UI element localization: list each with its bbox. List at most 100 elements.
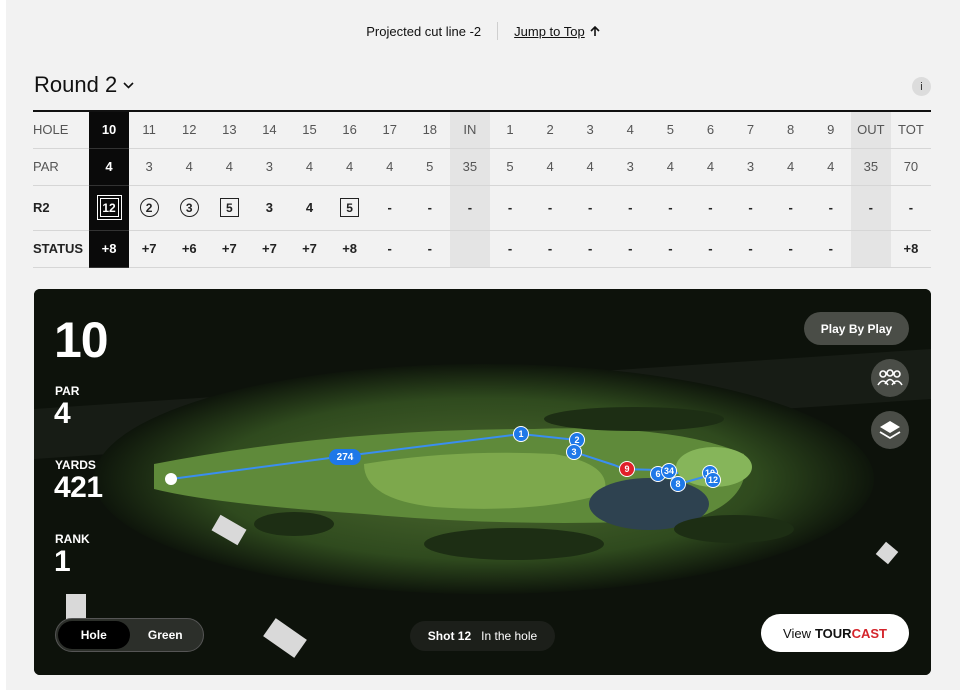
hole-row: HOLE 10 11 12 13 14 15 16 17 18 IN 1 2 3 4 5 6 7 8 9 OUT TOT [33, 111, 931, 149]
layers-icon [879, 421, 901, 440]
round-row-cell: - [890, 185, 931, 231]
par-row-cell: 5 [489, 148, 531, 186]
hole-row-cell[interactable]: 11 [129, 111, 170, 149]
status-row-cell: +8 [890, 230, 931, 268]
hole-row-cell[interactable]: 4 [610, 111, 651, 149]
shot-marker[interactable]: 8 [670, 476, 686, 492]
par-row-cell: 3 [610, 148, 651, 186]
par-row-cell: 4 [810, 148, 851, 186]
hole-row-cell[interactable]: 16 [329, 111, 370, 149]
view-tourcast-button[interactable]: View TOUR CAST [761, 614, 909, 652]
hole-row-cell[interactable]: 8 [770, 111, 811, 149]
round-row-cell: 2 [129, 185, 170, 231]
view-green-option[interactable]: Green [130, 621, 202, 649]
round-row-cell: - [850, 185, 891, 231]
par-row-cell: 4 [169, 148, 210, 186]
status-row-cell: - [770, 230, 811, 268]
view-toggle[interactable]: Hole Green [55, 618, 204, 652]
distance-label: 274 [329, 449, 361, 465]
hole-row-cell[interactable]: 5 [650, 111, 691, 149]
shot-marker[interactable]: 1 [513, 426, 529, 442]
par-row-cell: 4 [289, 148, 330, 186]
layers-button[interactable] [871, 411, 909, 449]
par-row-cell: 5 [409, 148, 450, 186]
par-row-cell: 4 [770, 148, 811, 186]
round-selector[interactable]: Round 2 [34, 72, 134, 98]
shot-marker[interactable]: 12 [705, 472, 721, 488]
hole-row-cell[interactable]: 15 [289, 111, 330, 149]
hole-row-cell[interactable]: TOT [890, 111, 931, 149]
round-row-cell: 4 [289, 185, 330, 231]
status-row-cell: +8 [329, 230, 370, 268]
par-row-cell: 4 [89, 148, 130, 186]
hole-row-cell[interactable]: 9 [810, 111, 851, 149]
par-row-cell: 70 [890, 148, 931, 186]
round-row-cell: - [690, 185, 731, 231]
par-label: PAR [55, 384, 80, 398]
par-row-cell: 4 [570, 148, 611, 186]
hole-row-cell[interactable]: 10 [89, 111, 130, 149]
round-row-cell: - [770, 185, 811, 231]
hole-map[interactable]: 274123963481012 10 PAR 4 YARDS 421 RANK … [34, 289, 931, 675]
status-row-cell: +7 [129, 230, 170, 268]
tourcast-brand-cast: CAST [851, 625, 887, 641]
round-row-cell: - [409, 185, 450, 231]
round-row-cell: 3 [169, 185, 210, 231]
scorecard-card: Projected cut line -2 Jump to Top Round … [6, 0, 960, 690]
round-row-cell: 3 [249, 185, 290, 231]
status-row-cell: - [489, 230, 531, 268]
hole-row-cell[interactable]: 7 [730, 111, 771, 149]
hole-row-cell[interactable]: OUT [850, 111, 891, 149]
shot-status: In the hole [481, 629, 538, 643]
hole-row-cell[interactable]: 18 [409, 111, 450, 149]
round-row-cell: - [570, 185, 611, 231]
status-row-cell: - [409, 230, 450, 268]
round-row-cell: - [650, 185, 691, 231]
status-row-cell: +7 [289, 230, 330, 268]
view-hole-option[interactable]: Hole [58, 621, 130, 649]
top-bar: Projected cut line -2 Jump to Top [6, 16, 960, 46]
status-row-cell: - [730, 230, 771, 268]
par-row-cell: 4 [209, 148, 250, 186]
hole-row-cell[interactable]: 3 [570, 111, 611, 149]
tourcast-view-label: View [783, 625, 811, 641]
round-row-cell: 12 [89, 185, 130, 231]
shot-marker[interactable]: 9 [619, 461, 635, 477]
tourcast-brand-tour: TOUR [814, 625, 852, 641]
status-row-cell [850, 230, 891, 268]
status-row-cell: - [650, 230, 691, 268]
hole-number: 10 [54, 312, 109, 368]
par-row-cell: 4 [369, 148, 410, 186]
group-button[interactable] [871, 359, 909, 397]
info-icon[interactable]: i [912, 77, 931, 96]
round-row-cell: - [449, 185, 490, 231]
shot-number: Shot 12 [427, 629, 472, 643]
jump-to-top-link[interactable]: Jump to Top [498, 24, 600, 39]
round-row-cell: - [530, 185, 571, 231]
status-row-cell: +7 [249, 230, 290, 268]
hole-row-label: HOLE [33, 111, 89, 149]
status-row-cell [449, 230, 490, 268]
tee-marker [165, 473, 177, 485]
hole-row-cell[interactable]: 12 [169, 111, 210, 149]
shot-marker[interactable]: 3 [566, 444, 582, 460]
hole-row-cell[interactable]: IN [449, 111, 490, 149]
hole-row-cell[interactable]: 17 [369, 111, 410, 149]
hole-row-cell[interactable]: 13 [209, 111, 250, 149]
round-row: R2 12 2 3 5 3 4 5- - - - - - - - - - - - - - [33, 185, 931, 231]
chevron-down-icon [123, 81, 134, 89]
par-row-cell: 4 [329, 148, 370, 186]
hole-row-cell[interactable]: 1 [489, 111, 531, 149]
play-by-play-button[interactable]: Play By Play [804, 312, 909, 345]
hole-row-cell[interactable]: 6 [690, 111, 731, 149]
status-row-cell: +7 [209, 230, 250, 268]
group-icon [877, 369, 903, 386]
round-row-label: R2 [33, 185, 89, 231]
round-row-cell: - [369, 185, 410, 231]
shot-status-pill: Shot 12 In the hole [410, 621, 555, 651]
par-row-cell: 3 [249, 148, 290, 186]
hole-row-cell[interactable]: 14 [249, 111, 290, 149]
hole-row-cell[interactable]: 2 [530, 111, 571, 149]
status-row-cell: - [610, 230, 651, 268]
par-row: PAR 4 3 4 4 3 4 4 4 5 35 5 4 4 3 4 4 3 4 4 35 70 [33, 148, 931, 186]
